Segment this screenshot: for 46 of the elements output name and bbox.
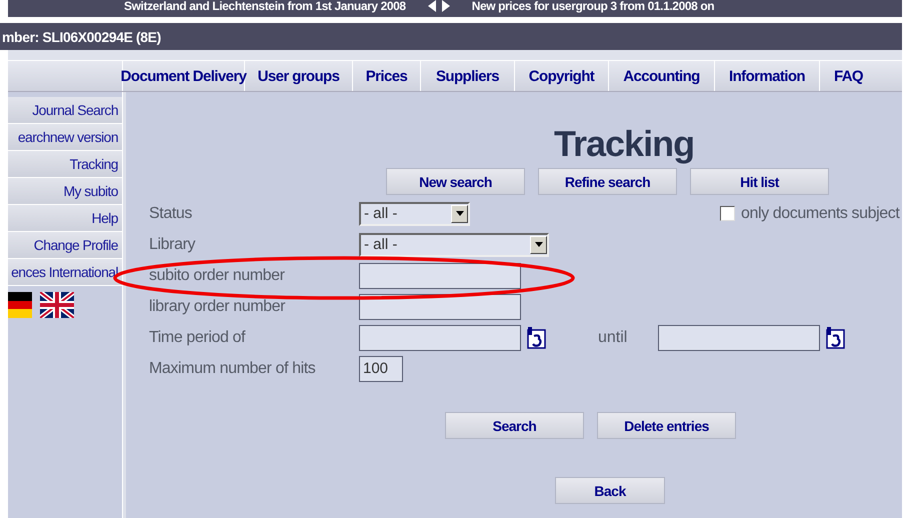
- nav-link[interactable]: Document Delivery: [123, 61, 245, 91]
- sidebar-item[interactable]: ences International: [8, 259, 122, 286]
- back-button[interactable]: Back: [555, 477, 665, 504]
- nav-link[interactable]: Suppliers: [421, 61, 515, 91]
- uk-flag-icon[interactable]: [40, 292, 74, 318]
- german-flag-icon[interactable]: [8, 292, 32, 318]
- field-label: library order number: [149, 298, 286, 316]
- library-dropdown[interactable]: - all -: [359, 232, 549, 256]
- checkbox[interactable]: [720, 206, 735, 221]
- sidebar-item[interactable]: Tracking: [8, 151, 122, 178]
- field-label: Time period of: [149, 328, 246, 346]
- action-button[interactable]: Search: [445, 412, 584, 439]
- sidebar-item[interactable]: Change Profile: [8, 232, 122, 259]
- nav-link[interactable]: Copyright: [515, 61, 609, 91]
- sidebar-item[interactable]: Help: [8, 205, 122, 232]
- nav-link[interactable]: Information: [715, 61, 820, 91]
- left-right-arrows-icon[interactable]: [428, 0, 450, 12]
- action-button[interactable]: New search: [386, 168, 525, 195]
- page-title: Tracking: [554, 124, 696, 164]
- sidebar-item[interactable]: earchnew version: [8, 124, 122, 151]
- action-button[interactable]: Hit list: [690, 168, 829, 195]
- status-dropdown[interactable]: - all -: [359, 202, 470, 226]
- max-hits-field[interactable]: 100: [359, 356, 403, 382]
- field-label: Library: [149, 236, 196, 254]
- action-button[interactable]: Delete entries: [597, 412, 736, 439]
- action-button[interactable]: Refine search: [538, 168, 677, 195]
- nav-link[interactable]: Prices: [353, 61, 421, 91]
- field-label: Maximum number of hits: [149, 360, 316, 378]
- nav-link[interactable]: FAQ: [820, 61, 877, 91]
- dropdown-arrow-icon: [534, 242, 542, 247]
- field-label: until: [598, 328, 628, 346]
- field-label: subito order number: [149, 266, 286, 284]
- news-text: New prices for usergroup 3 from 01.1.2008 on: [472, 0, 714, 12]
- calendar-icon[interactable]: [825, 326, 847, 348]
- checkbox-label: only documents subject: [741, 204, 900, 222]
- nav-link[interactable]: Accounting: [609, 61, 715, 91]
- dropdown-arrow-icon: [456, 211, 464, 216]
- input-field[interactable]: [359, 262, 521, 288]
- sidebar-item[interactable]: Journal Search: [8, 97, 122, 124]
- date-field[interactable]: [359, 324, 521, 350]
- sidebar-item[interactable]: My subito: [8, 178, 122, 205]
- customer-number: mber: SLI06X00294E (8E): [2, 28, 161, 44]
- calendar-icon[interactable]: [526, 326, 548, 348]
- field-label: Status: [149, 204, 193, 222]
- news-text: Switzerland and Liechtenstein from 1st January 2008: [124, 0, 406, 12]
- date-field[interactable]: [658, 324, 820, 350]
